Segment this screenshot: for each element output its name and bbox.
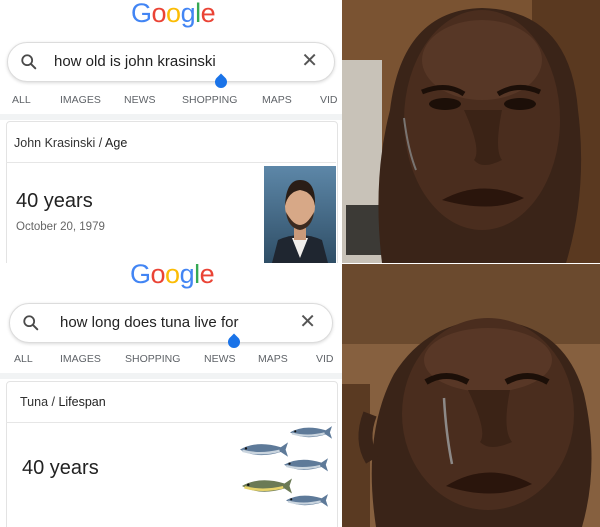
tab-videos[interactable]: VID [320,94,338,106]
tuna-fish-icon [242,478,292,494]
close-icon[interactable]: ✕ [299,312,316,332]
search-icon[interactable] [20,53,38,71]
answer-value: 40 years [22,457,99,479]
answer-value: 40 years [16,190,93,212]
search-tabs: ALL IMAGES SHOPPING NEWS MAPS VID [0,353,342,373]
search-tabs: ALL IMAGES NEWS SHOPPING MAPS VID [0,94,342,114]
tab-images[interactable]: IMAGES [60,94,101,106]
breadcrumb: John Krasinski / Age [14,136,128,150]
search-panel-top: Google how old is john krasinski ✕ ALL I… [0,0,342,263]
search-panel-bottom: Google how long does tuna live for ✕ ALL… [0,264,342,527]
tab-news[interactable]: NEWS [124,94,156,106]
answer-date: October 20, 1979 [16,221,105,233]
search-input[interactable]: how old is john krasinski [54,53,216,70]
card-separator [6,162,336,163]
tuna-fish-icon [284,493,330,508]
close-icon[interactable]: ✕ [301,51,318,71]
breadcrumb-attribute: Lifespan [58,395,106,409]
tab-shopping[interactable]: SHOPPING [182,94,237,106]
google-logo: Google [131,0,216,28]
tab-all[interactable]: ALL [14,353,33,365]
section-divider [0,373,342,379]
tab-shopping[interactable]: SHOPPING [125,353,180,365]
tuna-fish-icon [288,425,334,440]
tab-videos[interactable]: VID [316,353,334,365]
search-input[interactable]: how long does tuna live for [60,314,238,331]
tab-maps[interactable]: MAPS [262,94,292,106]
breadcrumb-subject[interactable]: John Krasinski [14,136,95,150]
search-icon[interactable] [22,314,40,332]
search-bar[interactable]: how old is john krasinski ✕ [7,42,335,82]
tuna-fish-icon [282,457,330,473]
tab-news[interactable]: NEWS [204,353,236,365]
tab-maps[interactable]: MAPS [258,353,288,365]
breadcrumb: Tuna / Lifespan [20,395,106,409]
tuna-fish-icon [238,441,290,458]
section-divider [0,114,342,120]
google-logo: Google [130,264,215,289]
search-bar[interactable]: how long does tuna live for ✕ [9,303,333,343]
tab-images[interactable]: IMAGES [60,353,101,365]
breadcrumb-subject[interactable]: Tuna [20,395,48,409]
crying-man-image-bottom [342,264,600,527]
person-photo[interactable] [264,166,336,263]
breadcrumb-attribute: Age [105,136,128,150]
crying-man-image-top [342,0,600,263]
tab-all[interactable]: ALL [12,94,31,106]
tuna-image[interactable] [234,422,334,527]
